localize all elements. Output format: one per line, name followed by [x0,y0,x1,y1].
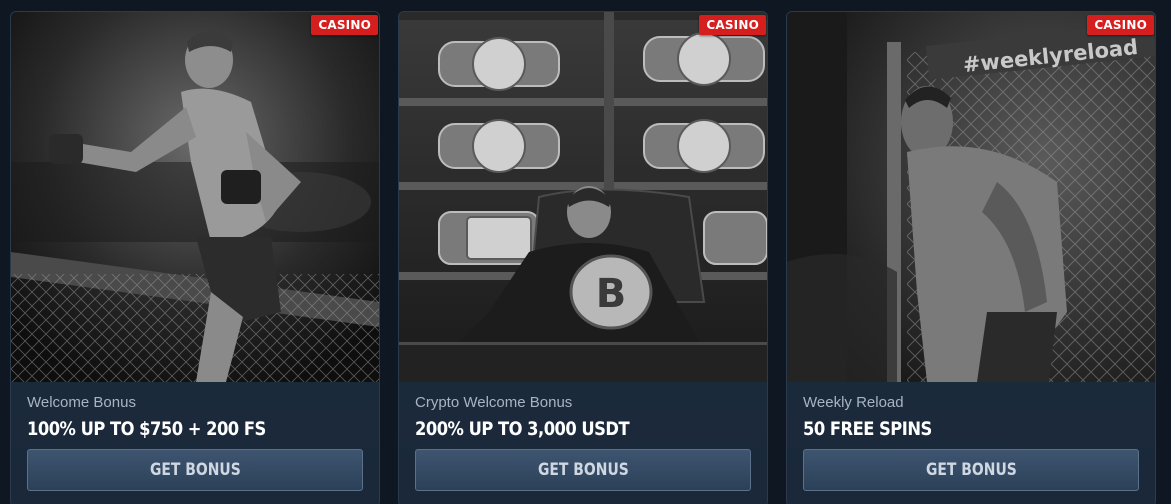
bonus-subtitle: Welcome Bonus [27,394,136,411]
get-bonus-label: GET BONUS [149,460,241,480]
get-bonus-button[interactable]: GET BONUS [803,449,1139,491]
get-bonus-label: GET BONUS [925,460,1017,480]
bonus-offer: 200% UP TO 3,000 USDT [415,418,630,440]
casino-badge: CASINO [1087,15,1154,35]
get-bonus-label: GET BONUS [537,460,629,480]
bonus-subtitle: Crypto Welcome Bonus [415,394,573,411]
bonus-card-crypto[interactable]: B CASINO Crypto Welcome Bonus 200% UP TO… [398,11,768,504]
bonus-offer: 100% UP TO $750 + 200 FS [27,418,266,440]
get-bonus-button[interactable]: GET BONUS [415,449,751,491]
bonus-offer: 50 FREE SPINS [803,418,932,440]
bonus-card-welcome[interactable]: CASINO Welcome Bonus 100% UP TO $750 + 2… [10,11,380,504]
get-bonus-button[interactable]: GET BONUS [27,449,363,491]
fighter-cage-photo: #weeklyreload [787,12,1155,382]
casino-badge: CASINO [311,15,378,35]
casino-badge: CASINO [699,15,766,35]
bonus-cards: CASINO Welcome Bonus 100% UP TO $750 + 2… [0,0,1171,504]
fighter-pointing-photo [11,12,379,382]
bonus-card-weekly[interactable]: #weeklyreload CASINO Weekly Reload 50 FR… [786,11,1156,504]
svg-text:B: B [596,271,627,317]
bonus-subtitle: Weekly Reload [803,394,904,411]
champion-belts-office-photo: B [399,12,767,382]
